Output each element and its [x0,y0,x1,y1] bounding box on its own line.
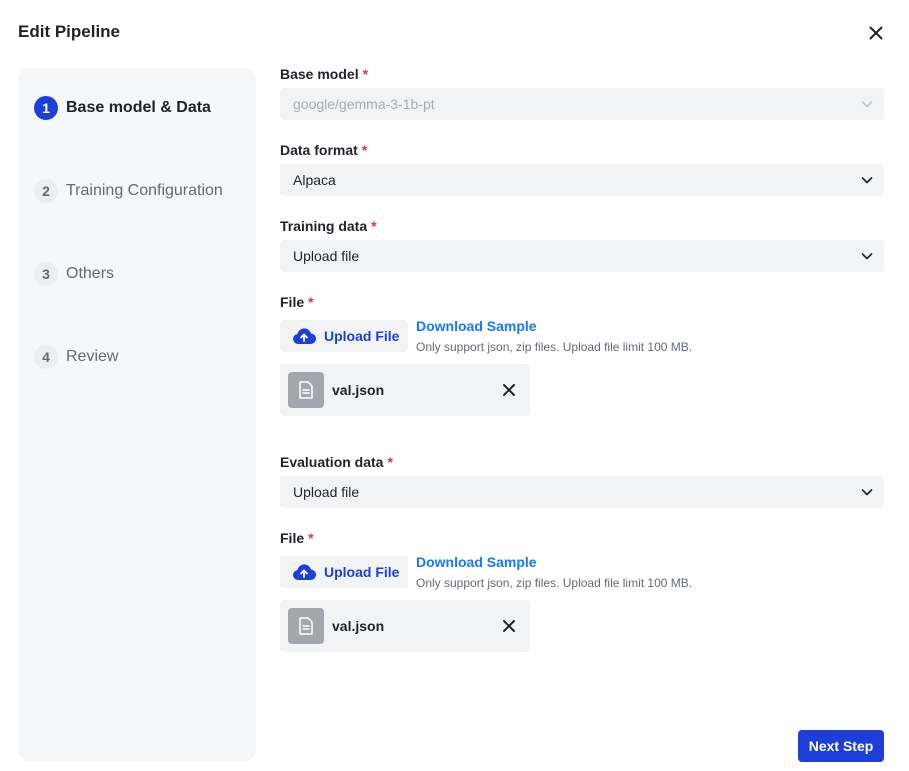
select-value: google/gemma-3-1b-pt [293,96,435,112]
chevron-down-icon [861,177,873,184]
required-marker: * [361,142,368,158]
evaluation-upload-file-button[interactable]: Upload File [280,556,408,588]
step-review[interactable]: 4 Review [34,345,118,369]
cloud-upload-icon [293,328,316,345]
select-value: Upload file [293,484,360,500]
chevron-down-icon [861,101,873,108]
dialog-title: Edit Pipeline [18,22,121,41]
step-base-model-data[interactable]: 1 Base model & Data [34,96,211,120]
step-number: 1 [34,96,58,120]
training-upload-hint: Only support json, zip files. Upload fil… [416,340,693,354]
evaluation-upload-hint: Only support json, zip files. Upload fil… [416,576,693,590]
evaluation-file-label: File * [280,530,314,546]
step-number: 3 [34,262,58,286]
label-text: File [280,294,305,310]
close-icon [869,26,883,40]
file-name: val.json [332,618,385,634]
label-text: Base model [280,66,359,82]
step-number: 2 [34,179,58,203]
label-text: Data format [280,142,358,158]
required-marker: * [387,454,393,470]
chevron-down-icon [861,253,873,260]
chevron-down-icon [861,489,873,496]
training-upload-file-button[interactable]: Upload File [280,320,408,352]
cloud-upload-icon [293,564,316,581]
upload-file-label: Upload File [324,328,400,344]
training-data-select[interactable]: Upload file [280,240,884,272]
training-download-sample-link[interactable]: Download Sample [416,318,537,334]
remove-file-button[interactable] [501,618,517,634]
required-marker: * [308,294,314,310]
label-text: Evaluation data [280,454,384,470]
close-icon [503,384,515,396]
edit-pipeline-dialog: Edit Pipeline 1 Base model & Data 2 Trai… [0,0,909,771]
file-name: val.json [332,382,385,398]
step-others[interactable]: 3 Others [34,262,114,286]
step-label: Others [66,265,115,282]
step-training-configuration[interactable]: 2 Training Configuration [34,179,223,203]
evaluation-data-label: Evaluation data * [280,454,393,470]
remove-file-button[interactable] [501,382,517,398]
upload-file-label: Upload File [324,564,400,580]
required-marker: * [371,218,377,234]
training-file-card: val.json [280,364,530,416]
select-value: Alpaca [293,172,336,188]
close-icon [503,620,515,632]
step-label: Training Configuration [66,182,223,199]
next-step-button[interactable]: Next Step [798,730,884,762]
required-marker: * [308,530,314,546]
evaluation-download-sample-link[interactable]: Download Sample [416,554,537,570]
step-label: Base model & Data [66,99,211,116]
stepper-panel: 1 Base model & Data 2 Training Configura… [18,68,256,761]
required-marker: * [362,66,369,82]
select-value: Upload file [293,248,360,264]
close-button[interactable] [866,23,886,43]
label-text: Training data [280,218,368,234]
data-format-label: Data format * [280,142,367,158]
document-icon [288,372,324,408]
base-model-select[interactable]: google/gemma-3-1b-pt [280,88,884,120]
evaluation-data-select[interactable]: Upload file [280,476,884,508]
data-format-select[interactable]: Alpaca [280,164,884,196]
document-icon [288,608,324,644]
label-text: File [280,530,305,546]
evaluation-file-card: val.json [280,600,530,652]
step-number: 4 [34,345,58,369]
training-file-label: File * [280,294,314,310]
base-model-label: Base model * [280,66,368,82]
step-label: Review [66,348,119,365]
training-data-label: Training data * [280,218,377,234]
